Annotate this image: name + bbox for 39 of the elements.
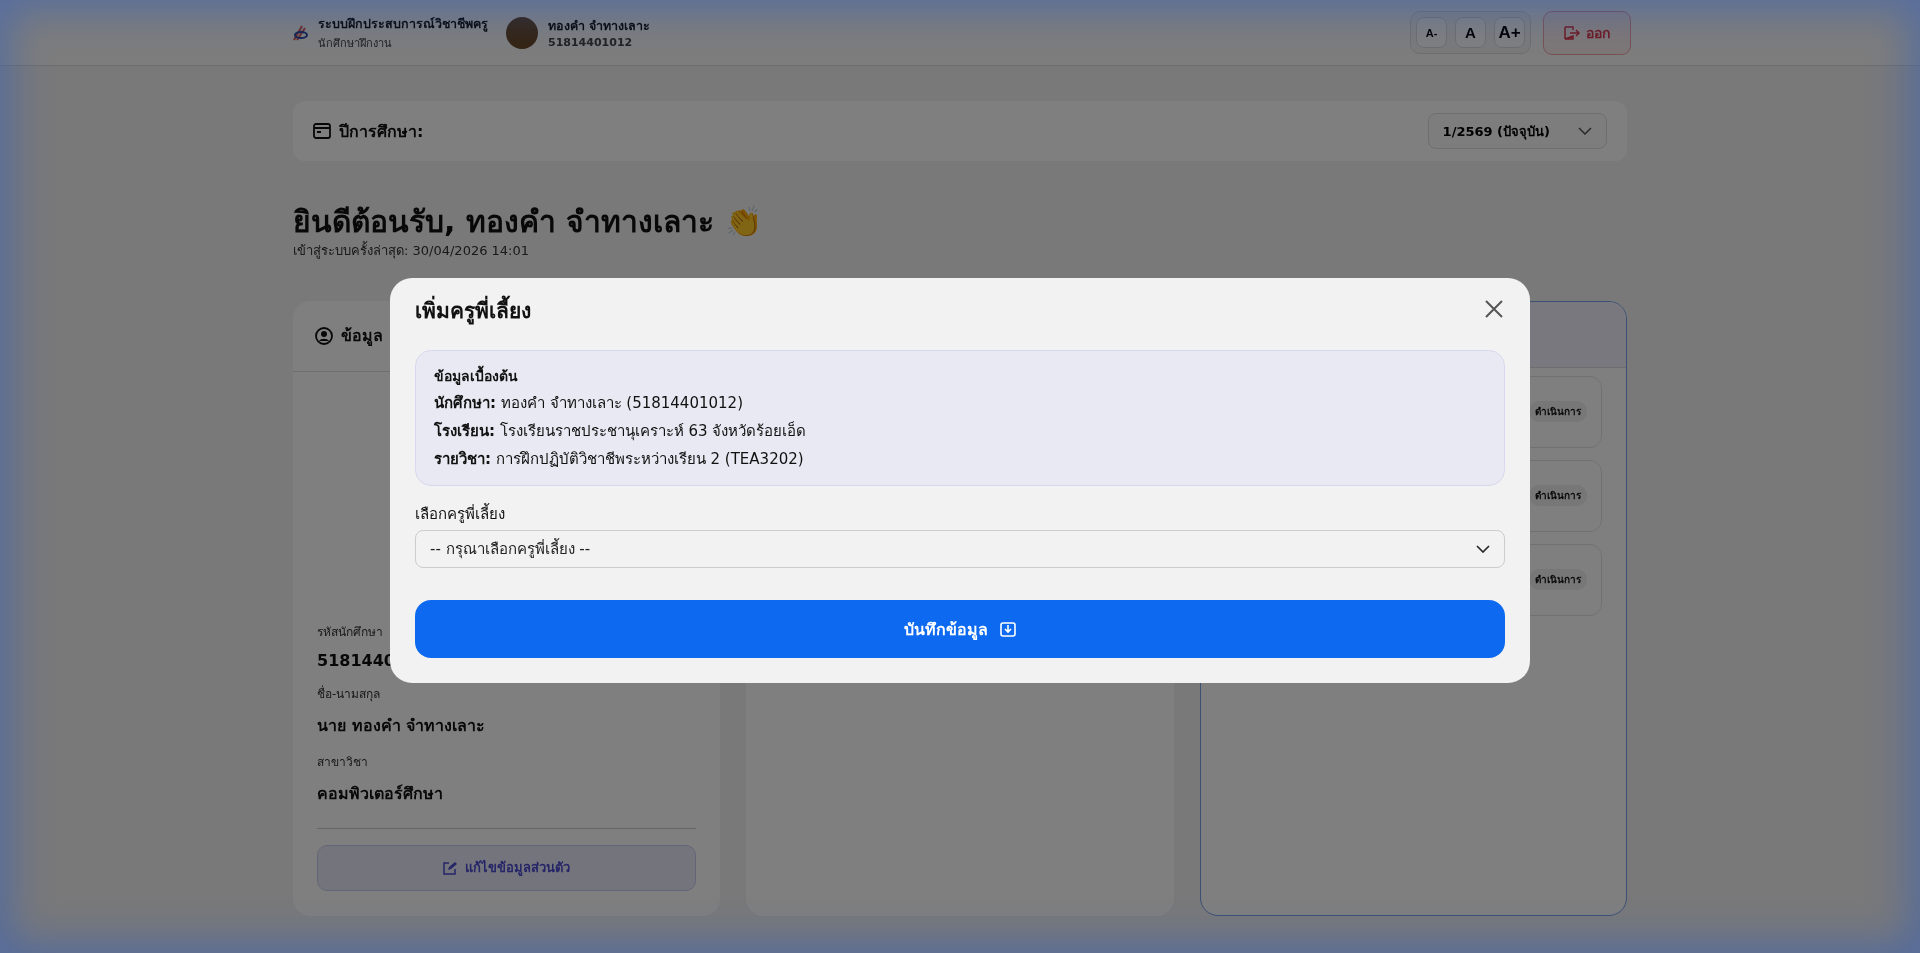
last-login-text: เข้าสู่ระบบครั้งล่าสุด: 30/04/2026 14:01 [293, 240, 531, 261]
field-value: นาย ทองคำ จำทางเลาะ [317, 714, 487, 737]
font-size-button[interactable]: A [1455, 17, 1486, 48]
user-role: นักศึกษาฝึกงาน [318, 35, 393, 52]
info-line: รายวิชา: การฝึกปฏิบัติวิชาชีพระหว่างเรียน 2 (TEA3202) [434, 449, 805, 470]
logout-icon [1564, 25, 1580, 40]
year-label: ปีการศึกษา: [339, 120, 424, 143]
status-badge: ดำเนินการ [1529, 569, 1587, 590]
info-line: โรงเรียน: โรงเรียนราชประชานุเคราะห์ 63 จังหวัดร้อยเอ็ด [434, 420, 808, 443]
edit-profile-button[interactable]: แก้ไขข้อมูลส่วนตัว [317, 844, 697, 891]
user-circle-icon [315, 326, 333, 345]
field-label: รหัสนักศึกษา [317, 623, 384, 641]
status-badge: ดำเนินการ [1529, 401, 1587, 422]
logout-button[interactable]: ออก [1543, 10, 1631, 55]
download-icon [1000, 621, 1016, 637]
welcome-title: ยินดีต้อนรับ, ทองคำ จำทางเลาะ 👏 [293, 205, 763, 240]
edit-icon [443, 860, 458, 875]
user-name: ทองคำ จำทางเลาะ [548, 17, 651, 35]
field-label: ชื่อ-นามสกุล [317, 684, 382, 703]
card-title: ข้อมูล [341, 325, 383, 348]
info-line: นักศึกษา: ทองคำ จำทางเลาะ (51814401012) [434, 393, 744, 414]
field-value: คอมพิวเตอร์ศึกษา [317, 782, 444, 805]
status-badge: ดำเนินการ [1529, 485, 1587, 506]
avatar-photo-placeholder [506, 16, 538, 49]
field-label: สาขาวิชา [317, 753, 369, 771]
user-id: 51814401012 [548, 36, 634, 49]
calendar-icon [313, 123, 331, 139]
font-size-button[interactable]: A+ [1494, 17, 1525, 48]
info-heading: ข้อมูลเบื้องต้น [434, 365, 1486, 387]
dialog-title: เพิ่มครูพี่เลี้ยง [415, 293, 531, 327]
mentor-select[interactable]: -- กรุณาเลือกครูพี่เลี้ยง -- [415, 530, 1505, 568]
select-label: เลือกครูพี่เลี้ยง [415, 502, 506, 525]
font-size-button[interactable]: A- [1416, 17, 1447, 48]
chevron-down-icon [1578, 127, 1592, 135]
logo-icon [292, 23, 308, 42]
app-name: ระบบฝึกประสบการณ์วิชาชีพครู [318, 14, 488, 34]
save-button[interactable]: บันทึกข้อมูล [415, 600, 1505, 658]
year-select[interactable]: 1/2569 (ปัจจุบัน) [1427, 113, 1607, 149]
chevron-down-icon [1476, 545, 1490, 553]
